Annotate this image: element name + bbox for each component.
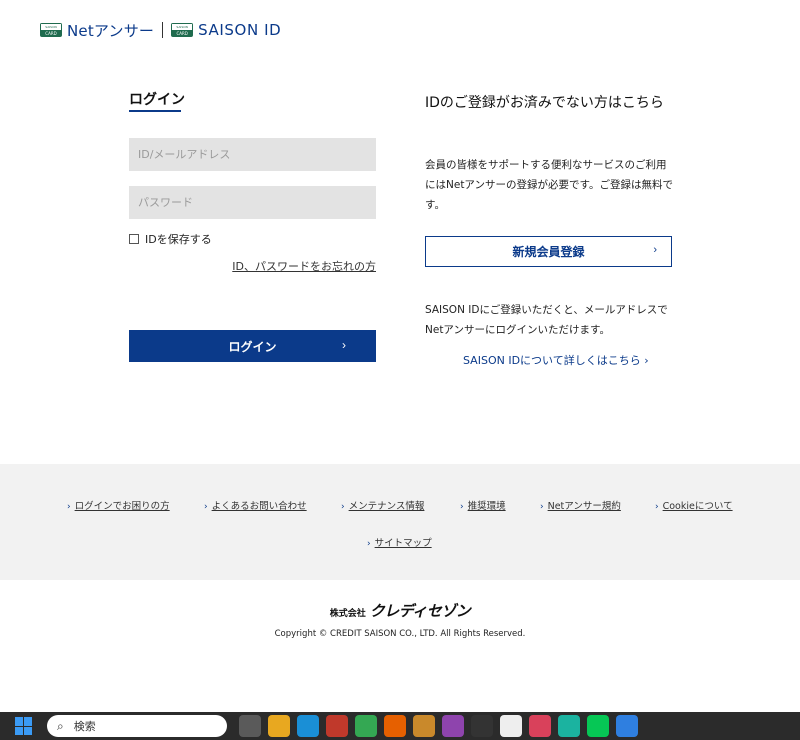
footer-link-label: よくあるお問い合わせ	[211, 501, 307, 512]
app-icon-3[interactable]	[442, 715, 464, 737]
login-title-underline	[129, 110, 181, 112]
app-icon[interactable]	[326, 715, 348, 737]
remember-id-checkbox[interactable]: IDを保存する	[129, 231, 212, 247]
notepad-icon[interactable]	[500, 715, 522, 737]
saison-card-logo-icon: SAISON CARD	[40, 23, 62, 37]
chevron-right-icon: ›	[342, 338, 346, 352]
footer-link-environment[interactable]: › 推奨環境	[460, 498, 506, 512]
music-icon[interactable]	[529, 715, 551, 737]
app-icon-6[interactable]	[616, 715, 638, 737]
magnifier-icon: ⌕	[57, 718, 64, 733]
taskbar-app-icons	[239, 715, 638, 737]
footer-link-label: サイトマップ	[374, 538, 432, 549]
footer-links-area: › ログインでお困りの方 › よくあるお問い合わせ › メンテナンス情報 › 推奨環境 …	[0, 464, 800, 580]
footer-link-label: Cookieについて	[662, 501, 733, 512]
site-header: SAISON CARD Netアンサー SAISON CARD SAISON I…	[40, 20, 281, 40]
remember-id-label: IDを保存する	[145, 233, 212, 246]
login-title: ログイン	[129, 92, 185, 108]
copyright-text: Copyright © CREDIT SAISON CO., LTD. All …	[274, 629, 526, 639]
chevron-right-icon: ›	[204, 502, 208, 512]
card-logo-bottom-text: CARD	[171, 30, 194, 37]
saison-id-info-text: SAISON IDにご登録いただくと、メールアドレスでNetアンサーにログインい…	[425, 304, 668, 336]
taskbar-search[interactable]: ⌕ 検索	[47, 715, 227, 737]
footer-link-cookie[interactable]: › Cookieについて	[655, 498, 733, 512]
register-description: 会員の皆様をサポートする便利なサービスのご利用にはNetアンサーの登録が必要です…	[425, 159, 673, 211]
company-prefix: 株式会社	[329, 609, 366, 619]
login-button-label: ログイン	[228, 339, 277, 354]
register-title: IDのご登録がお済みでない方はこちら	[425, 95, 664, 111]
chevron-right-icon: ›	[460, 502, 464, 512]
footer-link-faq[interactable]: › よくあるお問い合わせ	[204, 498, 307, 512]
footer-link-terms[interactable]: › Netアンサー規約	[540, 498, 621, 512]
password-input[interactable]	[129, 186, 376, 219]
checkbox-icon[interactable]	[129, 234, 139, 244]
company-footer: 株式会社 クレディセゾン Copyright © CREDIT SAISON C…	[0, 600, 800, 639]
chevron-right-icon: ›	[341, 502, 345, 512]
footer-link-label: ログインでお困りの方	[74, 501, 170, 512]
register-button-label: 新規会員登録	[512, 245, 585, 259]
app-icon-4[interactable]	[471, 715, 493, 737]
card-logo-top-text: SAISON	[40, 23, 62, 30]
line-icon[interactable]	[587, 715, 609, 737]
company-logo: 株式会社 クレディセゾン	[0, 600, 800, 621]
forgot-password-link[interactable]: ID、パスワードをお忘れの方	[232, 258, 376, 274]
firefox-icon[interactable]	[384, 715, 406, 737]
chevron-right-icon: ›	[367, 539, 371, 549]
windows-start-icon[interactable]	[15, 717, 33, 735]
app-icon-5[interactable]	[558, 715, 580, 737]
card-logo-top-text: SAISON	[171, 23, 194, 30]
task-view-icon[interactable]	[239, 715, 261, 737]
saison-id-details-link[interactable]: SAISON IDについて詳しくはこちら ›	[463, 352, 649, 368]
file-explorer-icon[interactable]	[268, 715, 290, 737]
footer-link-login-help[interactable]: › ログインでお困りの方	[67, 498, 170, 512]
footer-link-sitemap[interactable]: › サイトマップ	[367, 535, 432, 549]
chevron-right-icon: ›	[540, 502, 544, 512]
footer-link-label: 推奨環境	[467, 501, 506, 512]
chevron-right-icon: ›	[655, 502, 659, 512]
id-input[interactable]	[129, 138, 376, 171]
taskbar-search-placeholder: 検索	[73, 720, 96, 733]
footer-link-label: メンテナンス情報	[348, 501, 425, 512]
header-divider	[162, 22, 164, 38]
chevron-right-icon: ›	[653, 244, 657, 256]
credit-saison-logo: クレディセゾン	[369, 602, 471, 620]
card-logo-bottom-text: CARD	[40, 30, 62, 37]
saison-id-brand: SAISON ID	[198, 21, 282, 39]
app-icon-2[interactable]	[413, 715, 435, 737]
login-button[interactable]: ログイン ›	[129, 330, 376, 362]
edge-icon[interactable]	[297, 715, 319, 737]
netanswer-brand: Netアンサー	[67, 21, 155, 40]
chrome-icon[interactable]	[355, 715, 377, 737]
footer-link-label: Netアンサー規約	[547, 501, 621, 512]
footer-link-maintenance[interactable]: › メンテナンス情報	[341, 498, 424, 512]
os-taskbar: ⌕ 検索	[0, 712, 800, 740]
chevron-right-icon: ›	[67, 502, 71, 512]
saison-card-logo-icon-2: SAISON CARD	[171, 23, 194, 37]
new-member-register-button[interactable]: 新規会員登録 ›	[425, 236, 672, 267]
